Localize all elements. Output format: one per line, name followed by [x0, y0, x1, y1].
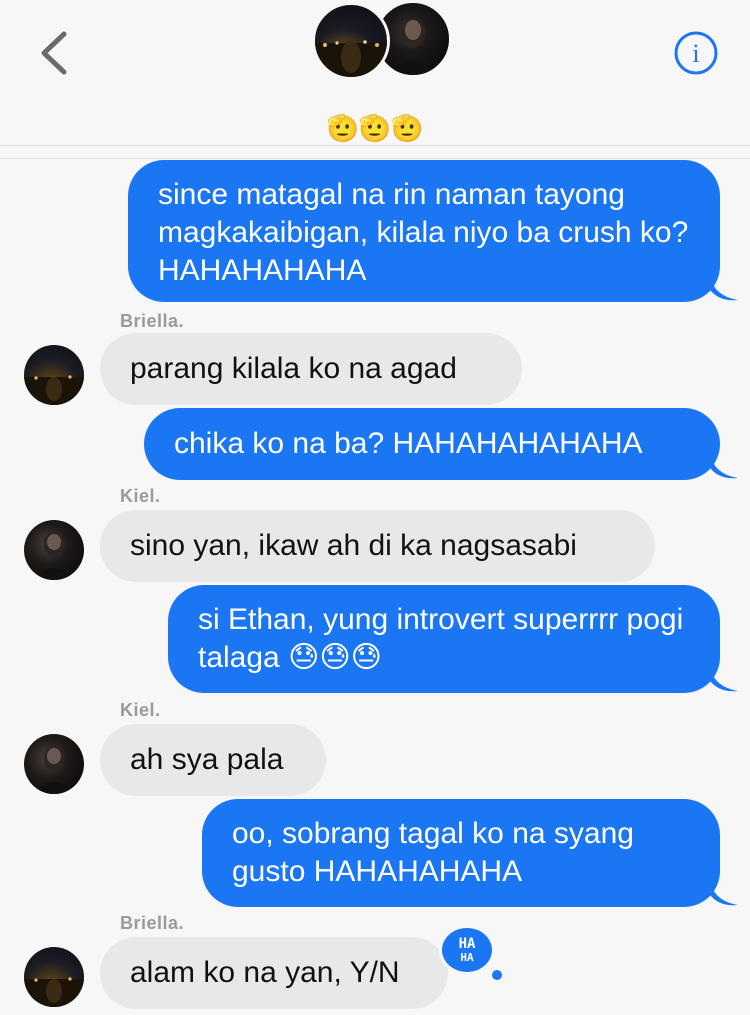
message-bubble-outgoing[interactable]: chika ko na ba? HAHAHAHAHAHA	[144, 408, 720, 480]
sender-name: Briella.	[120, 913, 185, 933]
message-bubble-incoming[interactable]: alam ko na yan, Y/N	[100, 937, 448, 1009]
bubble-tail	[710, 276, 738, 301]
message-bubble-incoming[interactable]: parang kilala ko na agad	[100, 333, 522, 405]
info-button[interactable]: i	[673, 30, 719, 76]
message-bubble-incoming[interactable]: ah sya pala	[100, 724, 326, 796]
message-bubble-outgoing[interactable]: since matagal na rin naman tayong magkak…	[128, 160, 720, 302]
back-button[interactable]	[38, 30, 72, 76]
group-name-emoji: 🫡🫡🫡	[326, 113, 424, 143]
bubble-tail	[710, 454, 738, 479]
info-circle-icon: i	[674, 31, 718, 75]
svg-text:i: i	[692, 39, 699, 68]
divider	[0, 158, 750, 159]
message-bubble-outgoing[interactable]: si Ethan, yung introvert superrrr pogi t…	[168, 585, 720, 693]
reaction-dot	[492, 970, 502, 980]
bubble-tail	[710, 881, 738, 906]
reaction-label-line1: HA	[458, 936, 476, 952]
sender-name: Kiel.	[120, 486, 161, 506]
bubble-tail	[710, 667, 738, 692]
sender-avatar[interactable]	[24, 947, 84, 1007]
sender-avatar[interactable]	[24, 734, 84, 794]
sender-avatar[interactable]	[24, 520, 84, 580]
message-bubble-outgoing[interactable]: oo, sobrang tagal ko na syang gusto HAHA…	[202, 799, 720, 907]
sender-avatar[interactable]	[24, 345, 84, 405]
sender-name: Kiel.	[120, 700, 161, 720]
sender-name: Briella.	[120, 311, 185, 331]
conversation-header: i 🫡🫡🫡	[0, 0, 750, 146]
group-avatar[interactable]	[312, 0, 452, 82]
haha-reaction-badge[interactable]: HA HA	[439, 925, 495, 975]
avatar-briella	[312, 2, 390, 80]
chevron-left-icon	[41, 31, 67, 75]
reaction-label-line2: HA	[460, 951, 474, 964]
message-bubble-incoming[interactable]: sino yan, ikaw ah di ka nagsasabi	[100, 510, 655, 582]
